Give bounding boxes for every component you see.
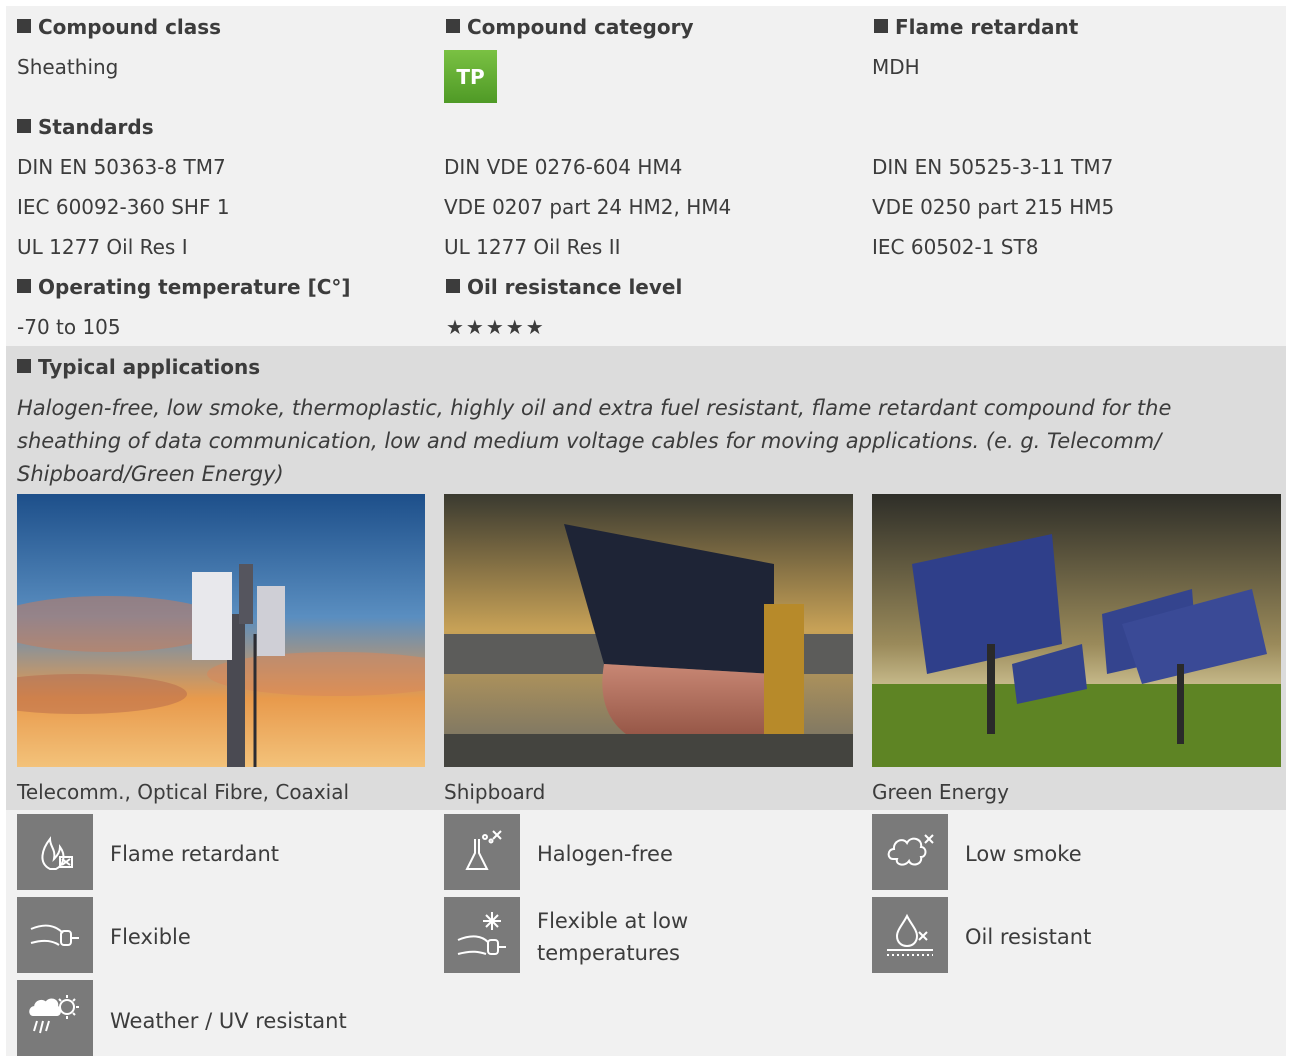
operating-temperature-value: -70 to 105 — [17, 315, 121, 339]
oil-resistance-stars: ★★★★★ — [446, 315, 546, 339]
photo-caption: Shipboard — [444, 780, 546, 804]
compound-class-value: Sheathing — [17, 55, 119, 79]
standards-heading: Standards — [17, 114, 154, 140]
feature-label: Flexible at low temperatures — [537, 905, 727, 969]
smoke-cloud-icon — [872, 814, 948, 890]
telecom-tower-photo — [17, 494, 425, 767]
weather-uv-icon — [17, 980, 93, 1056]
photo-caption: Telecomm., Optical Fibre, Coaxial — [17, 780, 350, 804]
flame-retardant-value: MDH — [872, 55, 920, 79]
feature-label: Oil resistant — [965, 925, 1092, 949]
ship-photo — [444, 494, 853, 767]
standard-item: IEC 60502-1 ST8 — [872, 235, 1039, 259]
feature-label: Weather / UV resistant — [110, 1009, 347, 1033]
standard-item: VDE 0207 part 24 HM2, HM4 — [444, 195, 732, 219]
snowflake-cable-icon — [444, 897, 520, 973]
compound-class-heading: Compound class — [17, 14, 221, 40]
compound-category-badge: TP — [444, 50, 497, 103]
oil-drop-icon — [872, 897, 948, 973]
feature-label: Low smoke — [965, 842, 1082, 866]
flask-icon — [444, 814, 520, 890]
standard-item: UL 1277 Oil Res II — [444, 235, 621, 259]
photo-caption: Green Energy — [872, 780, 1009, 804]
applications-description: Halogen-free, low smoke, thermoplastic, … — [17, 396, 1172, 486]
feature-label-text: Flexible at low temperatures — [537, 909, 689, 965]
solar-panel-photo — [872, 494, 1281, 767]
standard-item: DIN EN 50525-3-11 TM7 — [872, 155, 1114, 179]
standard-item: IEC 60092-360 SHF 1 — [17, 195, 230, 219]
flame-icon — [17, 814, 93, 890]
feature-label: Flexible — [110, 925, 191, 949]
compound-category-heading: Compound category — [446, 14, 694, 40]
flexible-cable-icon — [17, 897, 93, 973]
standard-item: DIN VDE 0276-604 HM4 — [444, 155, 683, 179]
oil-resistance-heading: Oil resistance level — [446, 274, 682, 300]
standard-item: DIN EN 50363-8 TM7 — [17, 155, 226, 179]
feature-label: Flame retardant — [110, 842, 280, 866]
applications-heading: Typical applications — [17, 354, 260, 380]
flame-retardant-heading: Flame retardant — [874, 14, 1078, 40]
operating-temperature-heading: Operating temperature [C°] — [17, 274, 351, 300]
feature-label: Halogen-free — [537, 842, 673, 866]
standard-item: VDE 0250 part 215 HM5 — [872, 195, 1115, 219]
standard-item: UL 1277 Oil Res I — [17, 235, 188, 259]
